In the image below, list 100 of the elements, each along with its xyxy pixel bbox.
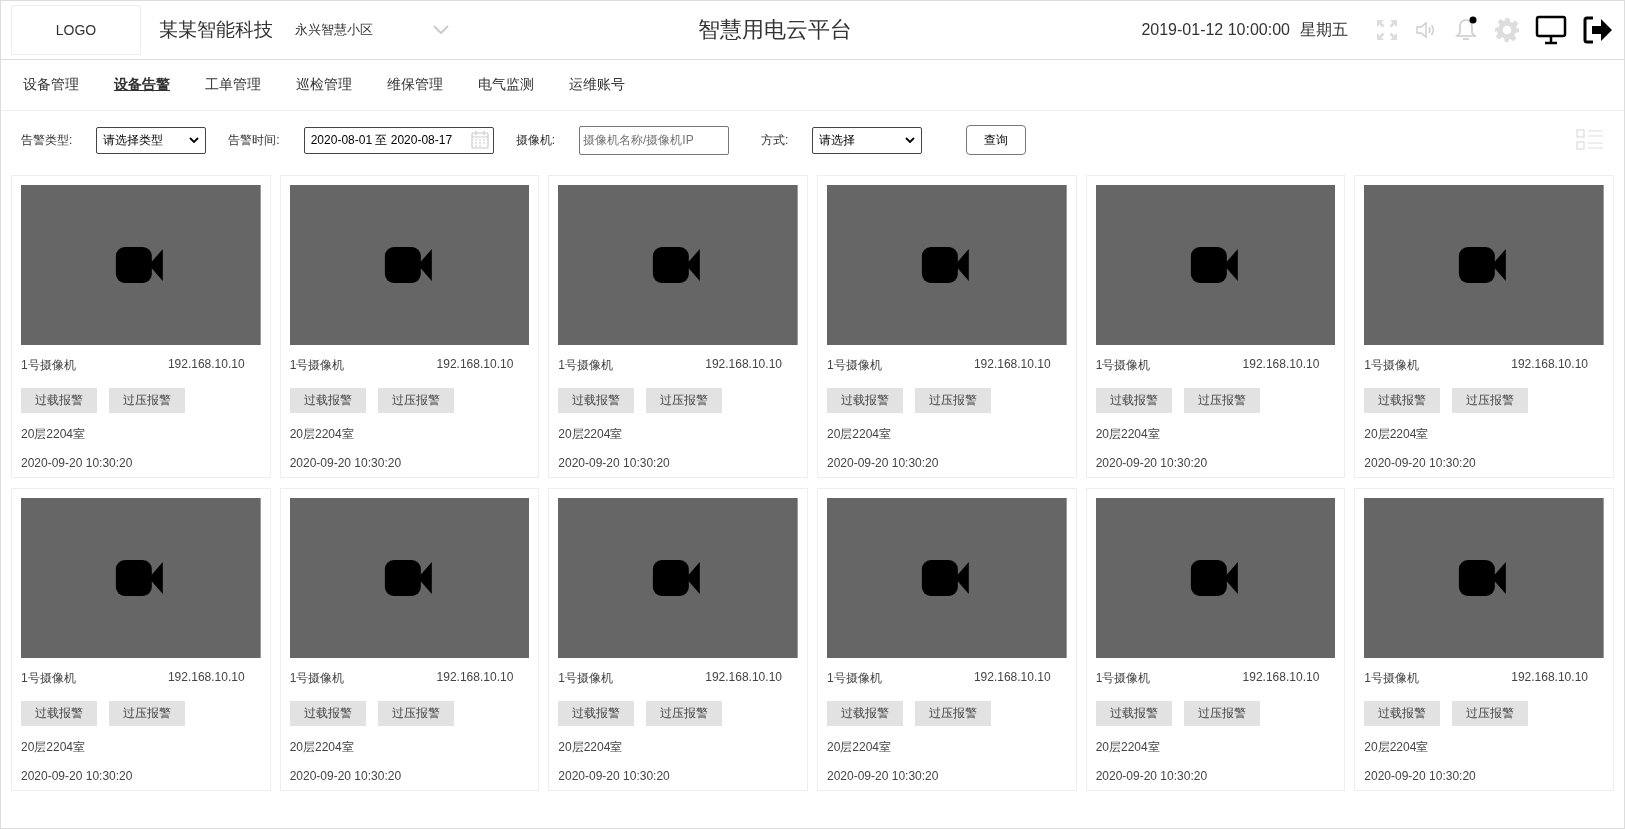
camera-card[interactable]: 1号摄像机 192.168.10.10 过载报警 过压报警 20层2204室 2020-09-20 10:30:20 bbox=[279, 175, 540, 478]
alarm-tag: 过载报警 bbox=[1095, 701, 1172, 726]
nav-tab[interactable]: 设备告警 bbox=[104, 72, 180, 98]
alarm-tag: 过载报警 bbox=[558, 701, 635, 726]
datetime: 2019-01-12 10:00:00 bbox=[1141, 21, 1290, 39]
alarm-tag: 过载报警 bbox=[558, 388, 635, 413]
camera-location: 20层2204室 bbox=[1095, 739, 1161, 756]
camera-card[interactable]: 1号摄像机 192.168.10.10 过载报警 过压报警 20层2204室 2020-09-20 10:30:20 bbox=[817, 175, 1077, 478]
alarm-time: 2020-09-20 10:30:20 bbox=[1095, 456, 1209, 470]
camera-ip: 192.168.10.10 bbox=[436, 670, 514, 686]
alarm-tag: 过载报警 bbox=[827, 701, 903, 726]
camera-ip: 192.168.10.10 bbox=[705, 670, 782, 686]
monitor-icon[interactable] bbox=[1535, 15, 1567, 45]
nav-tab[interactable]: 运维账号 bbox=[559, 72, 635, 98]
camera-search-field[interactable]: 摄像机名称/摄像机IP bbox=[579, 125, 730, 155]
alarm-tag: 过压报警 bbox=[915, 388, 991, 413]
settings-icon[interactable] bbox=[1494, 17, 1520, 43]
nav-tab[interactable]: 工单管理 bbox=[195, 72, 271, 98]
nav-tab[interactable]: 设备管理 bbox=[13, 72, 89, 98]
camera-location: 20层2204室 bbox=[1364, 426, 1430, 443]
alarm-tag: 过压报警 bbox=[109, 701, 185, 726]
alarm-time: 2020-09-20 10:30:20 bbox=[289, 456, 403, 470]
camera-name: 1号摄像机 bbox=[558, 670, 613, 687]
filter-label: 告警时间: bbox=[228, 131, 280, 149]
camera-ip: 192.168.10.10 bbox=[705, 357, 782, 373]
alarm-time: 2020-09-20 10:30:20 bbox=[827, 769, 940, 783]
alarm-time: 2020-09-20 10:30:20 bbox=[21, 456, 134, 470]
camera-card[interactable]: 1号摄像机 192.168.10.10 过载报警 过压报警 20层2204室 2020-09-20 10:30:20 bbox=[1354, 488, 1614, 791]
camera-ip: 192.168.10.10 bbox=[1242, 357, 1320, 373]
nav-tab[interactable]: 电气监测 bbox=[468, 72, 544, 98]
camera-ip: 192.168.10.10 bbox=[1242, 670, 1320, 686]
camera-card[interactable]: 1号摄像机 192.168.10.10 过载报警 过压报警 20层2204室 2020-09-20 10:30:20 bbox=[1085, 488, 1346, 791]
camera-ip: 192.168.10.10 bbox=[1511, 357, 1588, 373]
alarm-tag: 过载报警 bbox=[289, 701, 366, 726]
alarm-tag: 过压报警 bbox=[1183, 701, 1260, 726]
alarm-tag: 过压报警 bbox=[377, 388, 454, 413]
camera-ip: 192.168.10.10 bbox=[436, 357, 514, 373]
camera-name: 1号摄像机 bbox=[289, 357, 345, 374]
camera-card[interactable]: 1号摄像机 192.168.10.10 过载报警 过压报警 20层2204室 2020-09-20 10:30:20 bbox=[11, 175, 271, 478]
camera-name: 1号摄像机 bbox=[21, 670, 76, 687]
camera-location: 20层2204室 bbox=[827, 739, 893, 756]
filter-label: 方式: bbox=[761, 131, 789, 149]
alarm-time: 2020-09-20 10:30:20 bbox=[1095, 769, 1209, 783]
camera-name: 1号摄像机 bbox=[1364, 357, 1419, 374]
camera-location: 20层2204室 bbox=[289, 739, 355, 756]
alarm-tag: 过压报警 bbox=[915, 701, 991, 726]
list-view-icon[interactable] bbox=[1576, 128, 1604, 152]
camera-ip: 192.168.10.10 bbox=[167, 670, 245, 686]
camera-name: 1号摄像机 bbox=[1095, 357, 1151, 374]
query-button[interactable]: 查询 bbox=[966, 125, 1027, 155]
camera-name: 1号摄像机 bbox=[827, 670, 882, 687]
camera-name: 1号摄像机 bbox=[289, 670, 345, 687]
camera-location: 20层2204室 bbox=[1095, 426, 1161, 443]
fullscreen-icon[interactable] bbox=[1375, 18, 1399, 42]
camera-card[interactable]: 1号摄像机 192.168.10.10 过载报警 过压报警 20层2204室 2020-09-20 10:30:20 bbox=[11, 488, 271, 791]
camera-card[interactable]: 1号摄像机 192.168.10.10 过载报警 过压报警 20层2204室 2020-09-20 10:30:20 bbox=[279, 488, 540, 791]
caret-icon bbox=[905, 137, 916, 143]
alarm-tag: 过载报警 bbox=[21, 388, 97, 413]
camera-card[interactable]: 1号摄像机 192.168.10.10 过载报警 过压报警 20层2204室 2020-09-20 10:30:20 bbox=[1085, 175, 1346, 478]
camera-card[interactable]: 1号摄像机 192.168.10.10 过载报警 过压报警 20层2204室 2020-09-20 10:30:20 bbox=[1354, 175, 1614, 478]
camera-name: 1号摄像机 bbox=[558, 357, 613, 374]
caret-icon bbox=[189, 137, 200, 143]
alarm-time: 2020-09-20 10:30:20 bbox=[558, 456, 671, 470]
alarm-tag: 过载报警 bbox=[289, 388, 366, 413]
nav-tab[interactable]: 维保管理 bbox=[377, 72, 453, 98]
alarm-tag: 过载报警 bbox=[21, 701, 97, 726]
calendar-icon bbox=[469, 130, 490, 150]
camera-location: 20层2204室 bbox=[21, 426, 87, 443]
camera-name: 1号摄像机 bbox=[1095, 670, 1151, 687]
camera-ip: 192.168.10.10 bbox=[973, 357, 1051, 373]
weekday: 星期五 bbox=[1300, 19, 1348, 40]
camera-location: 20层2204室 bbox=[1364, 739, 1430, 756]
chevron-icon bbox=[433, 25, 449, 35]
camera-location: 20层2204室 bbox=[558, 426, 624, 443]
date-range-field[interactable]: 2020-08-01 至 2020-08-17 bbox=[303, 126, 494, 154]
alarm-time: 2020-09-20 10:30:20 bbox=[289, 769, 403, 783]
camera-ip: 192.168.10.10 bbox=[973, 670, 1051, 686]
alarm-tag: 过压报警 bbox=[1452, 388, 1529, 413]
alarm-time: 2020-09-20 10:30:20 bbox=[1364, 456, 1477, 470]
alarm-tag: 过载报警 bbox=[827, 388, 903, 413]
mode-select[interactable]: 请选择 bbox=[812, 126, 923, 154]
nav-tab[interactable]: 巡检管理 bbox=[286, 72, 362, 98]
alarm-tag: 过载报警 bbox=[1364, 701, 1441, 726]
camera-card[interactable]: 1号摄像机 192.168.10.10 过载报警 过压报警 20层2204室 2020-09-20 10:30:20 bbox=[548, 488, 808, 791]
company-name: 某某智能科技 bbox=[159, 18, 273, 42]
camera-card[interactable]: 1号摄像机 192.168.10.10 过载报警 过压报警 20层2204室 2020-09-20 10:30:20 bbox=[817, 488, 1077, 791]
alarm-tag: 过压报警 bbox=[646, 388, 723, 413]
camera-ip: 192.168.10.10 bbox=[167, 357, 245, 373]
alarm-tag: 过压报警 bbox=[377, 701, 454, 726]
camera-card[interactable]: 1号摄像机 192.168.10.10 过载报警 过压报警 20层2204室 2020-09-20 10:30:20 bbox=[548, 175, 808, 478]
logo: LOGO bbox=[11, 5, 141, 55]
type-select[interactable]: 请选择类型 bbox=[96, 126, 207, 154]
logout-icon[interactable] bbox=[1582, 15, 1614, 45]
community-dropdown[interactable]: 永兴智慧小区 bbox=[295, 21, 449, 39]
camera-location: 20层2204室 bbox=[289, 426, 355, 443]
alarm-tag: 过载报警 bbox=[1364, 388, 1441, 413]
camera-ip: 192.168.10.10 bbox=[1511, 670, 1588, 686]
alarm-tag: 过载报警 bbox=[1095, 388, 1172, 413]
camera-name: 1号摄像机 bbox=[827, 357, 882, 374]
alarm-tag: 过压报警 bbox=[1183, 388, 1260, 413]
